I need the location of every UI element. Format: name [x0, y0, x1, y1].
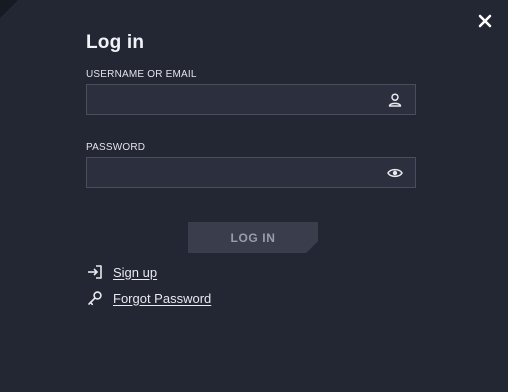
- dialog-title: Log in: [86, 32, 145, 53]
- close-button[interactable]: [474, 10, 496, 32]
- password-label: PASSWORD: [86, 142, 146, 153]
- corner-notch: [0, 0, 18, 18]
- login-button[interactable]: LOG IN: [188, 222, 318, 253]
- forgot-password-label[interactable]: Forgot Password: [113, 291, 211, 306]
- close-icon: [478, 14, 492, 28]
- key-icon: [86, 290, 104, 306]
- signup-link[interactable]: Sign up: [86, 264, 157, 280]
- username-field-wrapper: [86, 84, 416, 115]
- eye-icon[interactable]: [387, 165, 403, 181]
- user-icon: [387, 92, 403, 108]
- login-dialog: Log in USERNAME OR EMAIL PASSWORD LOG IN: [0, 0, 508, 392]
- password-input[interactable]: [87, 158, 397, 187]
- forgot-password-link[interactable]: Forgot Password: [86, 290, 211, 306]
- signup-link-label[interactable]: Sign up: [113, 265, 157, 280]
- sign-in-arrow-icon: [86, 264, 104, 280]
- username-label: USERNAME OR EMAIL: [86, 69, 197, 80]
- username-input[interactable]: [87, 85, 397, 114]
- password-field-wrapper: [86, 157, 416, 188]
